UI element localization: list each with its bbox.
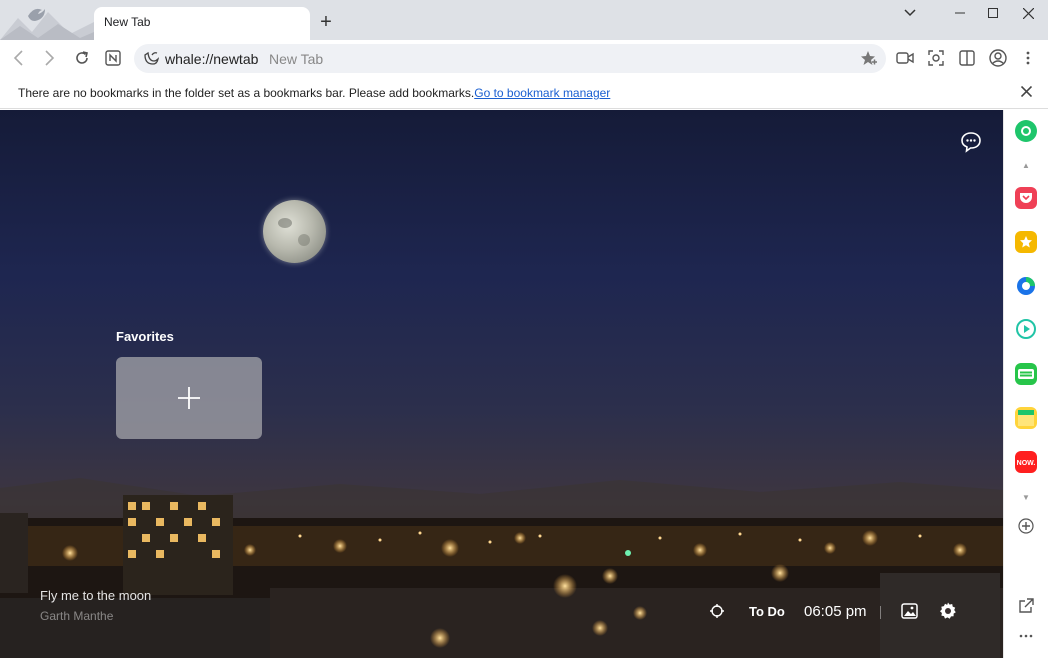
whale-theme-decoration (0, 0, 94, 40)
reload-icon[interactable] (72, 48, 92, 68)
close-window-icon[interactable] (1011, 4, 1045, 22)
sidebar-add-icon[interactable] (1015, 515, 1037, 537)
back-arrow-icon[interactable] (8, 48, 28, 68)
moon-image (263, 200, 326, 263)
url-page-title: New Tab (269, 51, 324, 67)
naver-green-icon[interactable] (1015, 120, 1037, 142)
memo-icon[interactable] (1015, 407, 1037, 429)
video-play-icon[interactable] (1015, 318, 1037, 340)
tab-title: New Tab (104, 15, 151, 29)
bookmark-manager-link[interactable]: Go to bookmark manager (474, 86, 610, 100)
newtab-background: Favorites Fly me to the moon Garth Manth… (0, 110, 1003, 658)
photo-title[interactable]: Fly me to the moon (40, 588, 151, 603)
video-capture-icon[interactable] (895, 48, 915, 68)
sidebar-scroll-up-icon[interactable]: ▲ (1020, 161, 1032, 171)
city-skyline-image (0, 478, 1003, 658)
photo-author[interactable]: Garth Manthe (40, 609, 113, 623)
whale-logo-icon (144, 51, 159, 65)
sidebar-scroll-down-icon[interactable]: ▼ (1020, 493, 1032, 503)
bookmarks-bar-message: There are no bookmarks in the folder set… (18, 86, 610, 100)
split-view-icon[interactable] (957, 48, 977, 68)
divider (880, 606, 881, 619)
pocket-icon[interactable] (1015, 187, 1037, 209)
url-text: whale://newtab (165, 51, 259, 67)
minimize-icon[interactable] (943, 4, 977, 22)
maximize-icon[interactable] (976, 4, 1010, 22)
add-favorite-button[interactable] (116, 357, 262, 439)
browser-toolbar: whale://newtab New Tab (0, 40, 1048, 77)
plus-icon (178, 387, 200, 409)
whale-sidebar: ▲ NOW. ▼ (1003, 110, 1048, 658)
forward-arrow-icon[interactable] (40, 48, 60, 68)
papago-translate-icon[interactable] (1015, 275, 1037, 297)
open-external-icon[interactable] (1015, 595, 1037, 617)
settings-gear-icon[interactable] (939, 602, 957, 620)
bookmark-star-icon[interactable] (1015, 231, 1037, 253)
new-tab-button[interactable]: + (316, 12, 336, 32)
add-bookmark-star-icon[interactable] (860, 50, 878, 73)
active-tab[interactable]: New Tab (94, 7, 310, 40)
more-menu-icon[interactable] (1018, 48, 1038, 68)
naver-home-icon[interactable] (103, 48, 123, 68)
webtoon-icon[interactable] (1015, 363, 1037, 385)
address-bar[interactable]: whale://newtab New Tab (134, 44, 886, 73)
crosshair-focus-icon[interactable] (708, 602, 726, 620)
clock: 06:05 pm (804, 603, 867, 620)
tab-search-chevron-icon[interactable] (893, 4, 927, 22)
favorites-label: Favorites (116, 329, 174, 344)
screen-capture-icon[interactable] (926, 48, 946, 68)
tab-strip: New Tab + (0, 0, 1048, 40)
sidebar-more-icon[interactable] (1015, 625, 1037, 647)
todo-button[interactable]: To Do (749, 604, 785, 619)
close-bookmarks-message-icon[interactable] (1018, 85, 1034, 101)
profile-avatar-icon[interactable] (988, 48, 1008, 68)
now-icon[interactable]: NOW. (1015, 451, 1037, 473)
bookmarks-bar: There are no bookmarks in the folder set… (0, 77, 1048, 109)
wallpaper-image-icon[interactable] (900, 602, 918, 620)
chat-bubble-icon[interactable] (959, 130, 983, 154)
bookmarks-empty-text: There are no bookmarks in the folder set… (18, 86, 475, 100)
svg-text:NOW.: NOW. (1017, 460, 1035, 467)
